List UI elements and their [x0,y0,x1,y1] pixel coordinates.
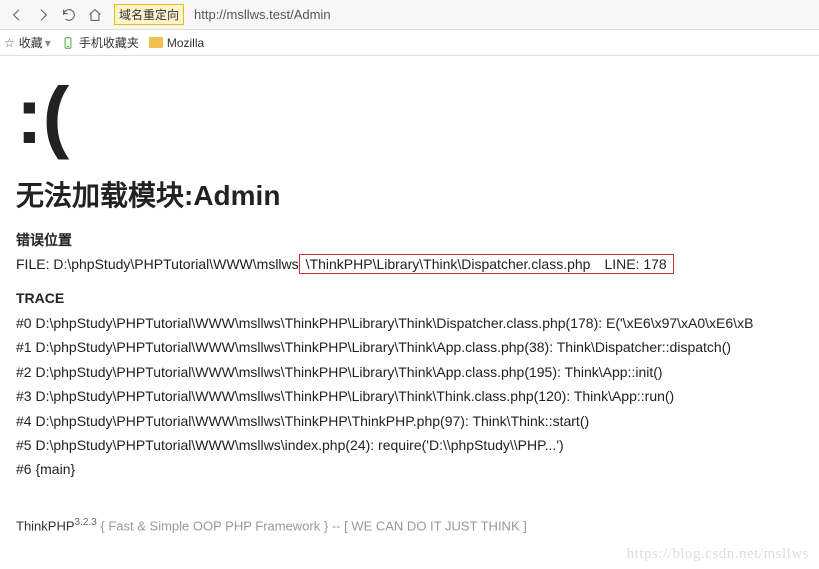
trace-line: #5 D:\phpStudy\PHPTutorial\WWW\msllws\in… [16,434,803,456]
favorites-label[interactable]: ☆ 收藏 ▾ [4,34,51,51]
framework-name: ThinkPHP [16,518,75,533]
trace-line: #6 {main} [16,458,803,480]
refresh-button[interactable] [56,2,82,28]
error-file-prefix: FILE: D:\phpStudy\PHPTutorial\WWW\msllws [16,256,299,272]
chevron-down-icon: ▾ [45,36,51,50]
back-button[interactable] [4,2,30,28]
bookmark-mozilla[interactable]: Mozilla [149,36,204,50]
mobile-icon [61,36,75,50]
bookmark-mozilla-label: Mozilla [167,36,204,50]
bookmark-mobile[interactable]: 手机收藏夹 [61,34,139,51]
error-file-highlight: \ThinkPHP\Library\Think\Dispatcher.class… [299,254,674,274]
trace-label: TRACE [16,290,803,306]
error-title: 无法加载模块:Admin [16,174,803,214]
watermark-text: https://blog.csdn.net/msllws [627,546,809,563]
bookmarks-bar: ☆ 收藏 ▾ 手机收藏夹 Mozilla [0,30,819,56]
framework-footer: ThinkPHP3.2.3 { Fast & Simple OOP PHP Fr… [16,517,803,533]
folder-icon [149,37,163,48]
framework-slogan: { Fast & Simple OOP PHP Framework } -- [… [97,518,527,533]
favorites-text: 收藏 [19,34,43,51]
forward-button[interactable] [30,2,56,28]
trace-list: #0 D:\phpStudy\PHPTutorial\WWW\msllws\Th… [16,312,803,481]
bookmark-mobile-label: 手机收藏夹 [79,34,139,51]
trace-line: #4 D:\phpStudy\PHPTutorial\WWW\msllws\Th… [16,410,803,432]
trace-line: #1 D:\phpStudy\PHPTutorial\WWW\msllws\Th… [16,336,803,358]
sad-face-icon: :( [16,76,803,156]
error-page: :( 无法加载模块:Admin 错误位置 FILE: D:\phpStudy\P… [0,56,819,533]
trace-line: #2 D:\phpStudy\PHPTutorial\WWW\msllws\Th… [16,361,803,383]
domain-redirect-badge: 域名重定向 [114,4,184,25]
error-file-line: FILE: D:\phpStudy\PHPTutorial\WWW\msllws… [16,256,803,272]
address-bar-url[interactable]: http://msllws.test/Admin [190,7,331,22]
framework-version: 3.2.3 [75,517,97,528]
trace-line: #0 D:\phpStudy\PHPTutorial\WWW\msllws\Th… [16,312,803,334]
error-location-label: 错误位置 [16,230,803,250]
star-icon: ☆ [4,36,15,50]
home-button[interactable] [82,2,108,28]
browser-toolbar: 域名重定向 http://msllws.test/Admin [0,0,819,30]
trace-line: #3 D:\phpStudy\PHPTutorial\WWW\msllws\Th… [16,385,803,407]
